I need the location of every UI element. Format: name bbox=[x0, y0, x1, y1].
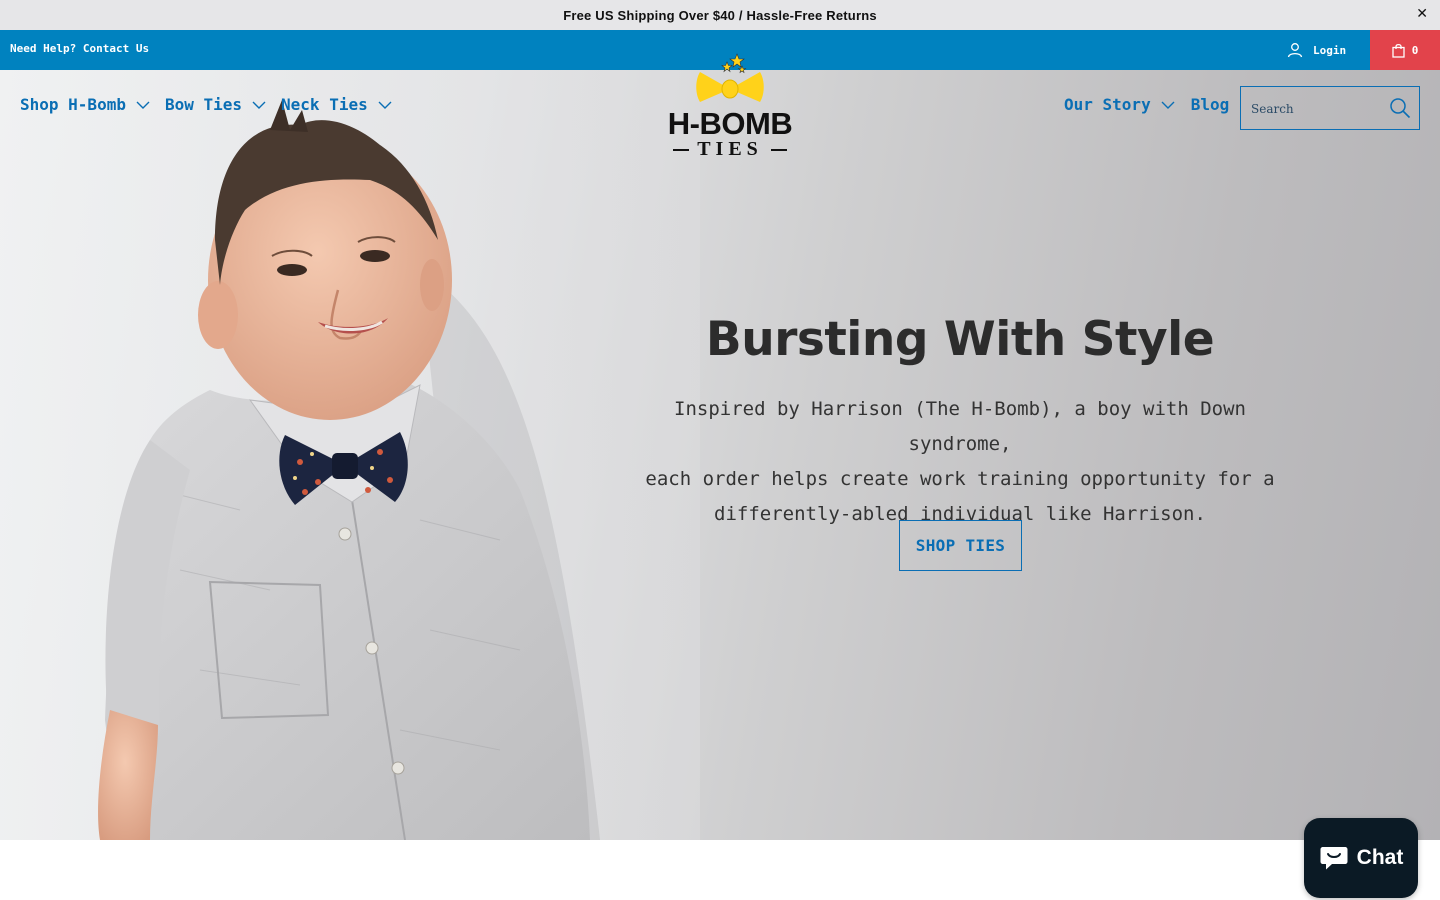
nav-label: Bow Ties bbox=[164, 95, 243, 114]
login-link[interactable]: Login bbox=[1287, 39, 1346, 61]
search-input[interactable] bbox=[1251, 99, 1381, 119]
cart-button[interactable]: 0 bbox=[1370, 30, 1440, 70]
shopping-bag-icon bbox=[1392, 43, 1405, 58]
shop-ties-button[interactable]: SHOP TIES bbox=[899, 520, 1022, 571]
announcement-text: Free US Shipping Over $40 / Hassle-Free … bbox=[563, 7, 877, 23]
site-logo[interactable]: H-BOMB TIES bbox=[655, 52, 805, 164]
search-icon[interactable] bbox=[1389, 97, 1411, 119]
nav-label: Our Story bbox=[1064, 95, 1151, 114]
logo-dash bbox=[770, 148, 787, 151]
bow-tie-logo-icon bbox=[696, 53, 764, 102]
nav-our-story[interactable]: Our Story bbox=[1064, 95, 1175, 114]
chat-bubble-icon bbox=[1320, 847, 1348, 870]
main-nav-right: Our Story Blog bbox=[1064, 95, 1229, 114]
user-icon bbox=[1287, 43, 1303, 58]
hero-subtext-line: each order helps create work training op… bbox=[645, 468, 1275, 490]
chevron-down-icon bbox=[252, 101, 266, 109]
hero-headline: Bursting With Style bbox=[705, 312, 1215, 367]
nav-label: Neck Ties bbox=[281, 95, 368, 114]
logo-wordmark: H-BOMB bbox=[667, 106, 793, 141]
search-box bbox=[1240, 86, 1420, 130]
nav-bow-ties[interactable]: Bow Ties bbox=[165, 95, 266, 114]
chevron-down-icon bbox=[378, 101, 392, 109]
contact-us-link[interactable]: Need Help? Contact Us bbox=[10, 42, 149, 55]
chat-button[interactable]: Chat bbox=[1304, 818, 1418, 898]
nav-neck-ties[interactable]: Neck Ties bbox=[281, 95, 392, 114]
chat-label: Chat bbox=[1356, 846, 1404, 869]
nav-shop-h-bomb[interactable]: Shop H-Bomb bbox=[20, 95, 150, 114]
nav-label: Blog bbox=[1190, 95, 1230, 114]
announcement-bar: Free US Shipping Over $40 / Hassle-Free … bbox=[0, 0, 1440, 30]
login-label: Login bbox=[1313, 43, 1347, 57]
cart-count: 0 bbox=[1411, 43, 1419, 57]
shop-ties-label: SHOP TIES bbox=[915, 536, 1006, 555]
logo-subline: TIES bbox=[655, 138, 805, 161]
logo-ties-text: TIES bbox=[697, 138, 763, 160]
close-icon[interactable]: ✕ bbox=[1416, 6, 1428, 22]
chevron-down-icon bbox=[136, 101, 150, 109]
hero-subtext-line: Inspired by Harrison (The H-Bomb), a boy… bbox=[674, 398, 1246, 455]
main-nav-left: Shop H-Bomb Bow Ties Neck Ties bbox=[20, 95, 392, 114]
hero-subtext: Inspired by Harrison (The H-Bomb), a boy… bbox=[620, 392, 1300, 532]
hero-photo-boy bbox=[0, 70, 700, 840]
nav-blog[interactable]: Blog bbox=[1191, 95, 1230, 114]
logo-dash bbox=[673, 148, 690, 151]
nav-label: Shop H-Bomb bbox=[20, 95, 126, 114]
chevron-down-icon bbox=[1161, 101, 1175, 109]
